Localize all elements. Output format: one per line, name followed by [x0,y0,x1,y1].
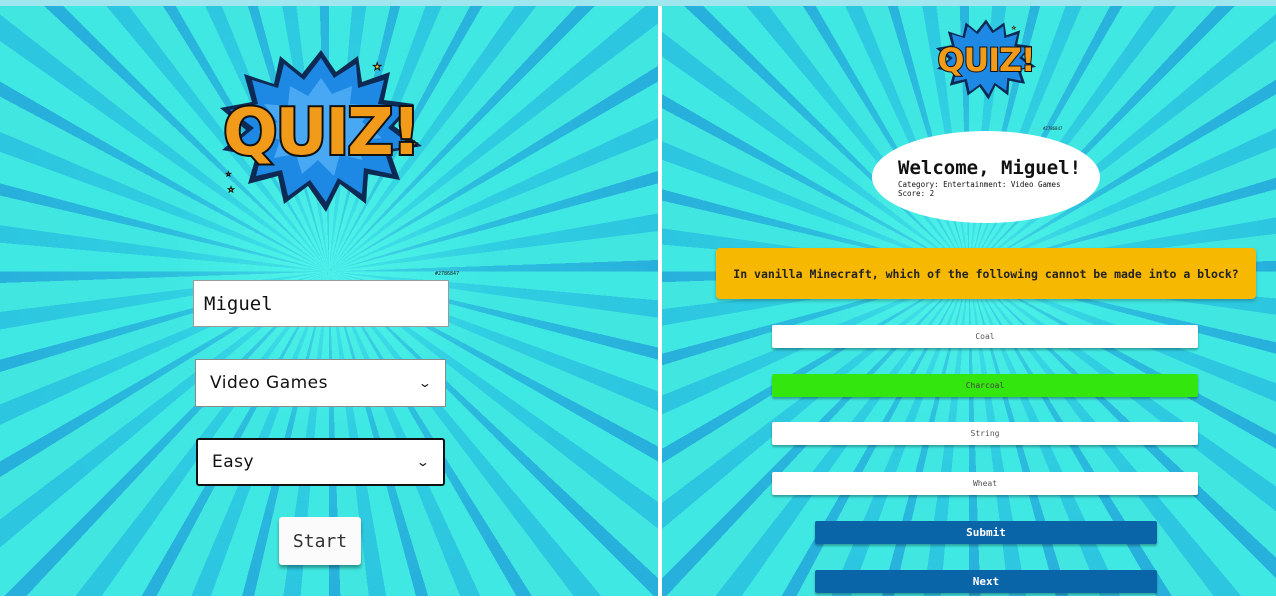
submit-button[interactable]: Submit [815,521,1157,544]
category-label: Category: Entertainment: Video Games [898,180,1061,189]
score-label: Score: 2 [898,189,935,198]
code-tag: #2786847 [1043,126,1063,131]
answer-option-selected[interactable]: Charcoal [772,374,1198,397]
answer-option[interactable]: Wheat [772,472,1198,495]
category-select[interactable]: Video Games ⌄ [195,359,446,407]
star-icon: ★ [373,58,382,74]
answer-option[interactable]: String [772,422,1198,445]
svg-text:QUIZ!: QUIZ! [223,96,419,170]
difficulty-select[interactable]: Easy ⌄ [196,438,445,486]
start-button[interactable]: Start [279,517,361,565]
answer-option[interactable]: Coal [772,325,1198,348]
welcome-title: Welcome, Miguel! [898,157,1082,179]
code-tag: #2786847 [435,271,460,277]
category-select-value: Video Games [210,373,329,393]
name-input[interactable] [193,280,449,327]
quiz-logo-small: QUIZ! ★ [930,14,1042,104]
difficulty-select-value: Easy [212,452,255,472]
question-text: In vanilla Minecraft, which of the follo… [716,248,1256,299]
star-icon: ★ [228,184,234,195]
star-icon: ★ [412,139,418,149]
setup-panel: QUIZ! ★ ★ ★ ★ #2786847 Video Games ⌄ Eas… [0,6,658,596]
chevron-down-icon: ⌄ [416,455,432,469]
svg-text:QUIZ!: QUIZ! [938,43,1035,79]
next-button[interactable]: Next [815,570,1157,593]
quiz-panel: QUIZ! ★ #2786847 Welcome, Miguel! Catego… [662,6,1276,596]
star-icon: ★ [226,169,231,178]
bottom-border [1052,596,1276,602]
chevron-down-icon: ⌄ [418,376,434,390]
quiz-logo: QUIZ! ★ ★ ★ ★ [208,42,434,218]
star-icon: ★ [1012,23,1016,31]
